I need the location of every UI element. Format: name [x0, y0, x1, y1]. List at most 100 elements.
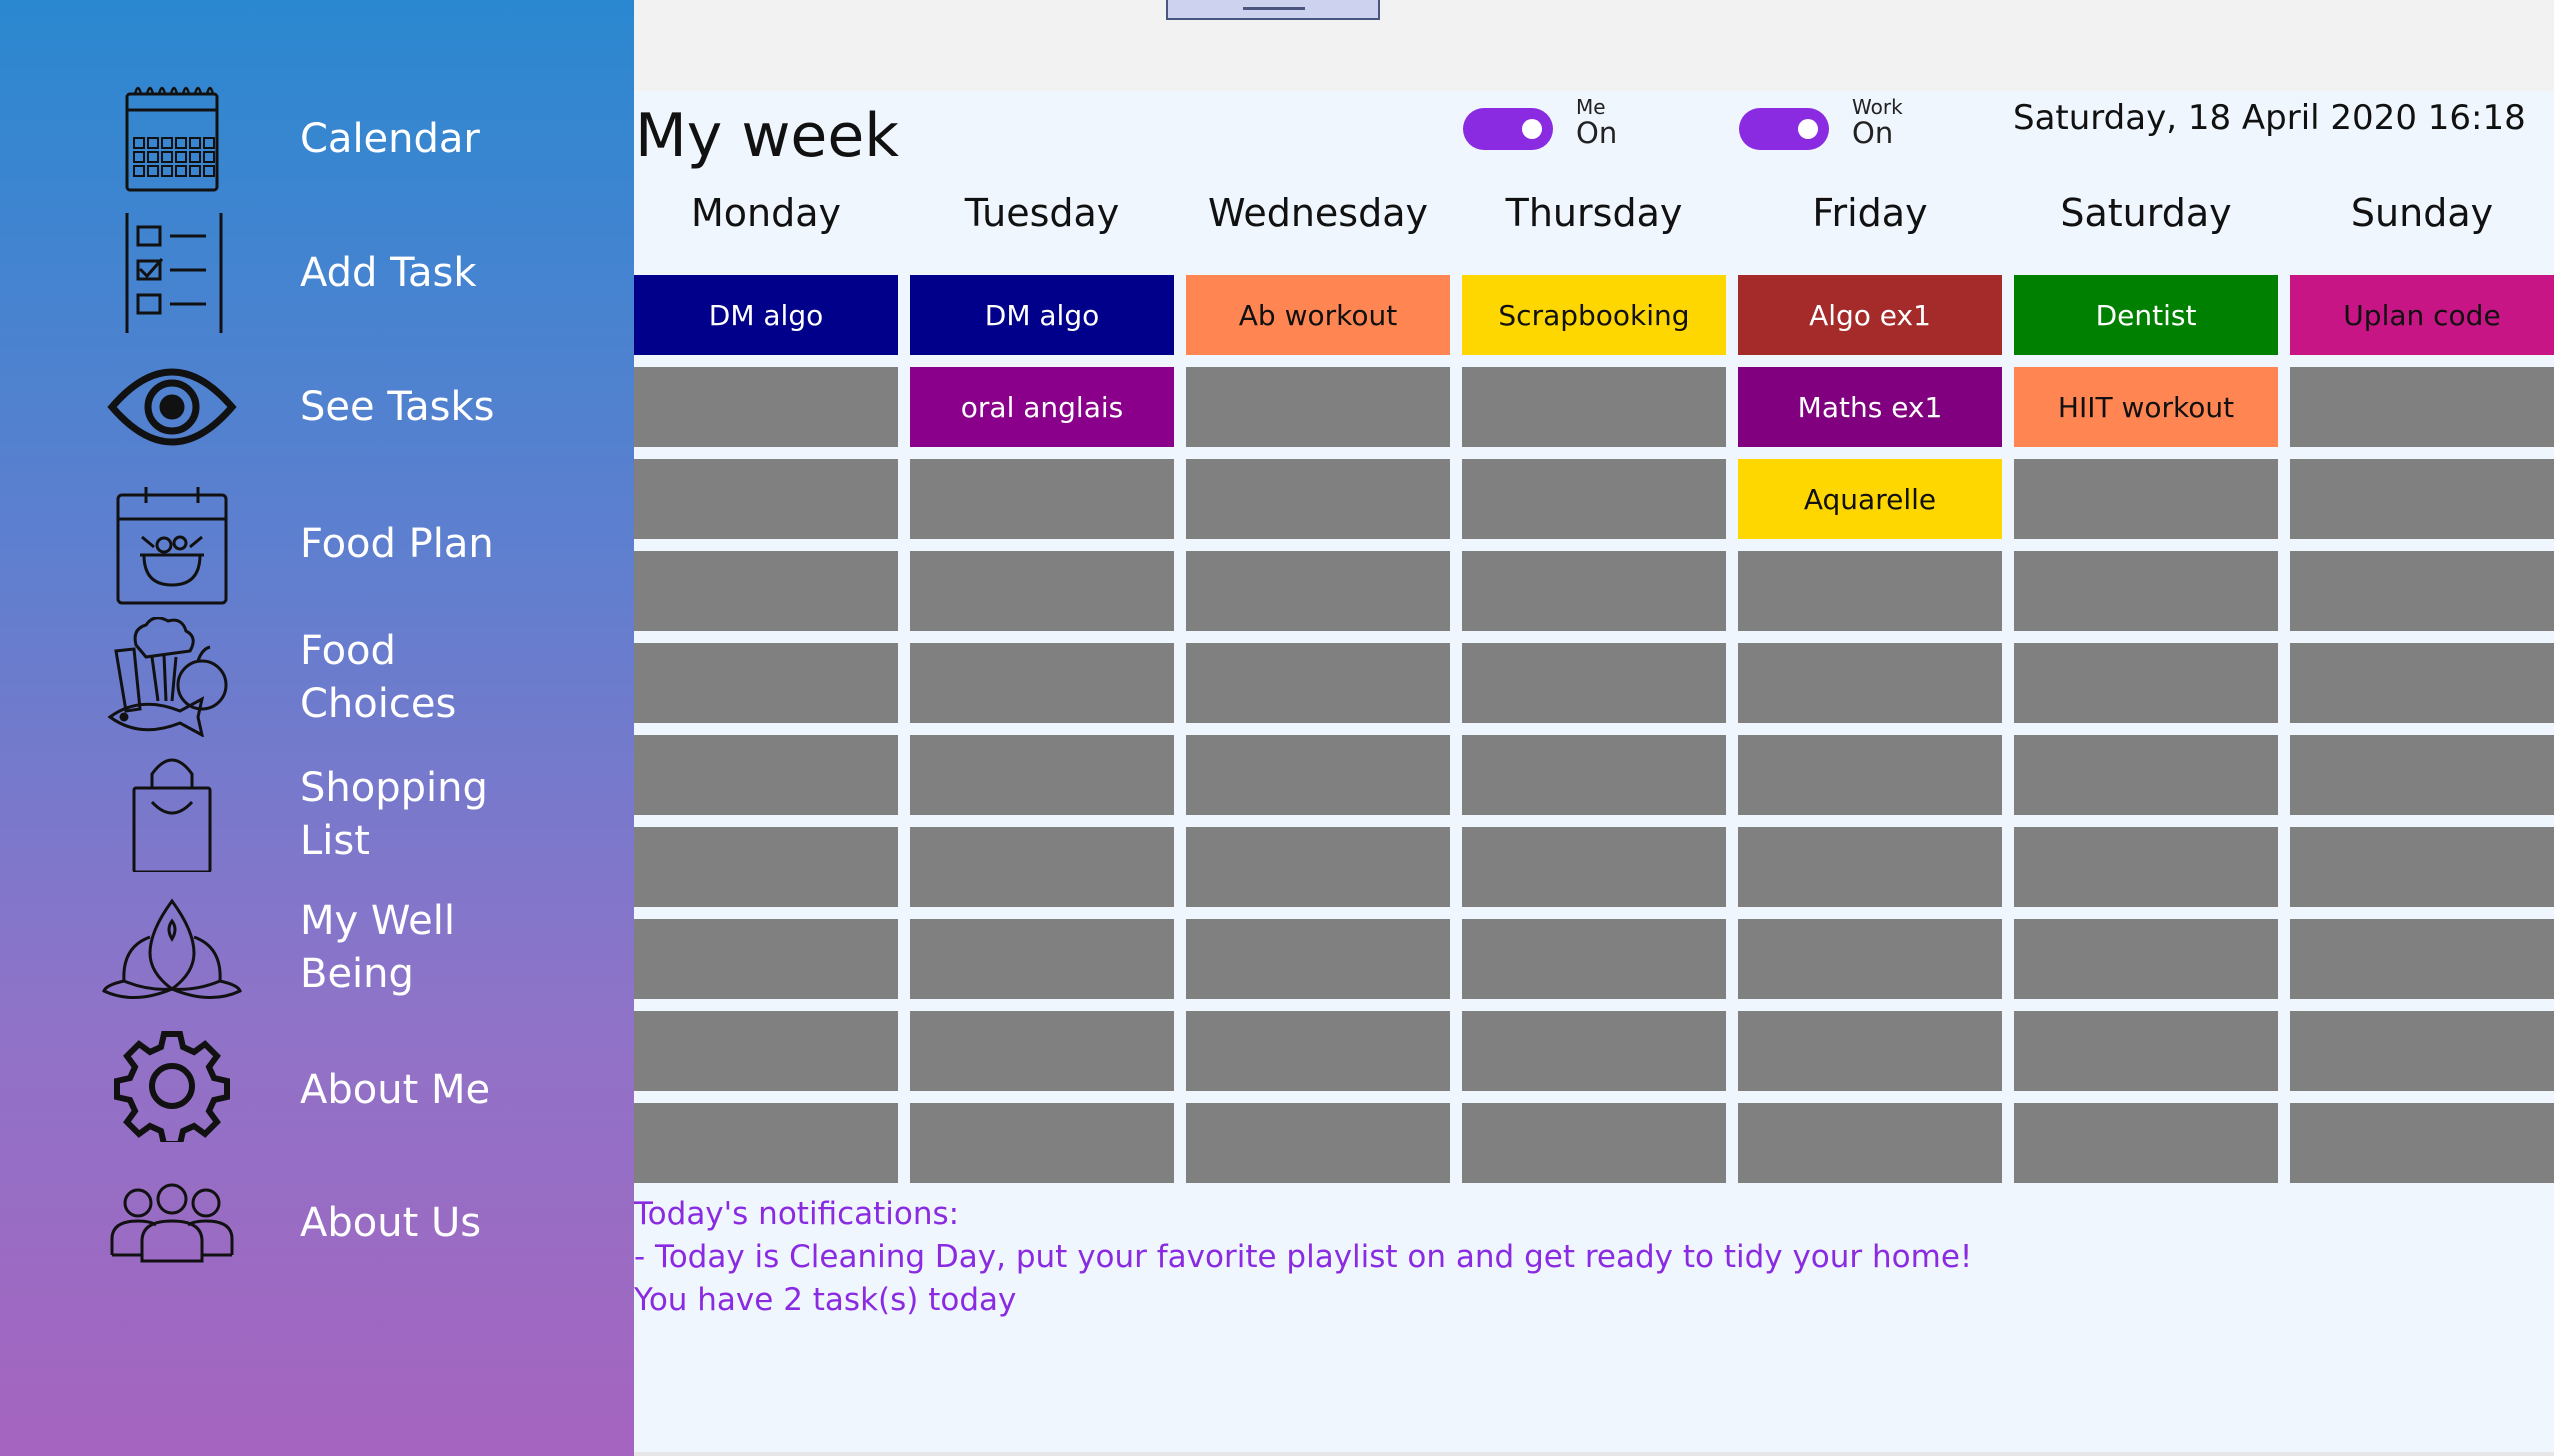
task-cell[interactable]: Scrapbooking [1462, 275, 1726, 355]
task-cell[interactable]: DM algo [910, 275, 1174, 355]
toggle-switch[interactable] [1739, 108, 1829, 150]
notifications-heading: Today's notifications: [634, 1196, 960, 1232]
empty-slot[interactable] [1186, 459, 1450, 539]
day-header: Thursday [1505, 191, 1683, 235]
empty-slot[interactable] [2290, 1103, 2554, 1183]
empty-slot[interactable] [634, 827, 898, 907]
empty-slot[interactable] [1186, 919, 1450, 999]
sidebar-item-label: Add Task [300, 250, 477, 296]
sidebar-item-see-tasks[interactable]: See Tasks [0, 345, 634, 475]
empty-slot[interactable] [1186, 827, 1450, 907]
empty-slot[interactable] [910, 643, 1174, 723]
empty-slot[interactable] [1462, 1011, 1726, 1091]
toggle-switch[interactable] [1463, 108, 1553, 150]
lotus-icon [102, 887, 242, 1007]
empty-slot[interactable] [2014, 1011, 2278, 1091]
empty-slot[interactable] [1462, 1103, 1726, 1183]
empty-slot[interactable] [2014, 919, 2278, 999]
empty-slot[interactable] [1738, 551, 2002, 631]
empty-slot[interactable] [1462, 551, 1726, 631]
empty-slot[interactable] [910, 459, 1174, 539]
empty-slot[interactable] [910, 1103, 1174, 1183]
empty-slot[interactable] [1462, 643, 1726, 723]
sidebar-item-about-me[interactable]: About Me [0, 1020, 634, 1150]
empty-slot[interactable] [1186, 735, 1450, 815]
empty-slot[interactable] [1462, 735, 1726, 815]
empty-slot[interactable] [2290, 1011, 2554, 1091]
people-icon [102, 1157, 242, 1277]
empty-slot[interactable] [634, 1103, 898, 1183]
empty-slot[interactable] [1186, 1011, 1450, 1091]
day-header: Saturday [2060, 191, 2232, 235]
empty-slot[interactable] [2014, 735, 2278, 815]
task-cell[interactable]: DM algo [634, 275, 898, 355]
task-cell[interactable]: Aquarelle [1738, 459, 2002, 539]
empty-slot[interactable] [634, 643, 898, 723]
empty-slot[interactable] [1186, 551, 1450, 631]
day-header: Wednesday [1207, 191, 1428, 235]
empty-slot[interactable] [1186, 367, 1450, 447]
task-cell[interactable]: oral anglais [910, 367, 1174, 447]
toggle-state: On [1576, 116, 1618, 150]
sidebar-item-my-well-being[interactable]: My Well Being [0, 885, 634, 1015]
sidebar-item-food-plan[interactable]: Food Plan [0, 480, 634, 610]
empty-slot[interactable] [2290, 551, 2554, 631]
empty-slot[interactable] [910, 1011, 1174, 1091]
empty-slot[interactable] [910, 827, 1174, 907]
empty-slot[interactable] [1738, 1103, 2002, 1183]
empty-slot[interactable] [2014, 551, 2278, 631]
sidebar-item-calendar[interactable]: Calendar [0, 75, 634, 205]
window-drag-handle[interactable] [1166, 0, 1380, 20]
task-cell[interactable]: Ab workout [1186, 275, 1450, 355]
empty-slot[interactable] [910, 919, 1174, 999]
empty-slot[interactable] [2014, 1103, 2278, 1183]
empty-slot[interactable] [2290, 643, 2554, 723]
empty-slot[interactable] [1462, 367, 1726, 447]
task-cell[interactable]: Algo ex1 [1738, 275, 2002, 355]
empty-slot[interactable] [2290, 459, 2554, 539]
empty-slot[interactable] [1738, 643, 2002, 723]
empty-slot[interactable] [2290, 367, 2554, 447]
empty-slot[interactable] [2290, 827, 2554, 907]
day-header: Monday [690, 191, 841, 235]
sidebar-item-label: Calendar [300, 116, 480, 162]
task-cell[interactable]: Uplan code [2290, 275, 2554, 355]
toggle-state: On [1852, 116, 1894, 150]
empty-slot[interactable] [1738, 1011, 2002, 1091]
sidebar-item-add-task[interactable]: Add Task [0, 205, 634, 340]
checklist-icon [102, 213, 242, 333]
empty-slot[interactable] [2014, 459, 2278, 539]
empty-slot[interactable] [1738, 735, 2002, 815]
empty-slot[interactable] [634, 459, 898, 539]
empty-slot[interactable] [1738, 827, 2002, 907]
task-cell[interactable]: Maths ex1 [1738, 367, 2002, 447]
empty-slot[interactable] [1462, 919, 1726, 999]
sidebar-item-about-us[interactable]: About Us [0, 1155, 634, 1285]
empty-slot[interactable] [2014, 643, 2278, 723]
notification-line: - Today is Cleaning Day, put your favori… [634, 1239, 1973, 1275]
empty-slot[interactable] [2290, 919, 2554, 999]
day-header: Sunday [2350, 191, 2494, 235]
empty-slot[interactable] [1186, 643, 1450, 723]
empty-slot[interactable] [910, 551, 1174, 631]
empty-slot[interactable] [2290, 735, 2554, 815]
empty-slot[interactable] [2014, 827, 2278, 907]
empty-slot[interactable] [634, 1011, 898, 1091]
empty-slot[interactable] [634, 367, 898, 447]
empty-slot[interactable] [1186, 1103, 1450, 1183]
empty-slot[interactable] [634, 735, 898, 815]
empty-slot[interactable] [1462, 459, 1726, 539]
sidebar-item-shopping-list[interactable]: Shopping List [0, 750, 634, 880]
task-cell[interactable]: Dentist [2014, 275, 2278, 355]
empty-slot[interactable] [1462, 827, 1726, 907]
page-title: My week [635, 101, 899, 171]
eye-icon [102, 345, 242, 465]
day-header: Tuesday [964, 191, 1120, 235]
empty-slot[interactable] [1738, 919, 2002, 999]
empty-slot[interactable] [634, 919, 898, 999]
toggle-knob [1522, 119, 1542, 139]
sidebar-item-food-choices[interactable]: Food Choices [0, 615, 634, 745]
empty-slot[interactable] [910, 735, 1174, 815]
task-cell[interactable]: HIIT workout [2014, 367, 2278, 447]
empty-slot[interactable] [634, 551, 898, 631]
